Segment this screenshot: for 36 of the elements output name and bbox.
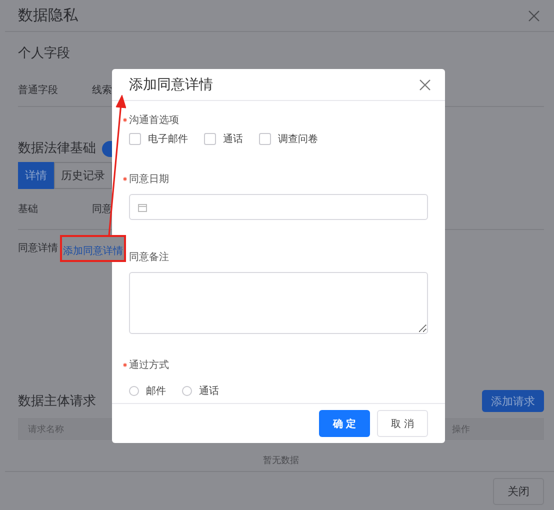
ok-button[interactable]: 确 定	[319, 410, 370, 437]
field-label: 基础	[18, 202, 39, 216]
checkbox-label: 调查问卷	[278, 132, 318, 146]
field-label: 通过方式	[129, 358, 169, 372]
empty-text: 暂无数据	[263, 456, 299, 466]
dialog-title: 添加同意详情	[129, 76, 213, 94]
checkbox-label: 电子邮件	[148, 132, 188, 146]
close-button[interactable]: 关闭	[493, 478, 544, 505]
close-icon[interactable]	[528, 10, 540, 22]
field-label: 沟通首选项	[129, 114, 179, 127]
date-field[interactable]	[129, 194, 428, 220]
radio-label: 邮件	[146, 384, 166, 398]
radio-button[interactable]	[129, 386, 139, 396]
close-icon[interactable]	[419, 78, 431, 90]
calendar-icon	[138, 202, 147, 212]
field-label: 同意详情	[18, 242, 59, 255]
field-label: 同意备注	[129, 250, 169, 264]
section-heading: 数据主体请求	[18, 393, 96, 410]
checkbox[interactable]	[259, 133, 271, 145]
radio-button[interactable]	[182, 386, 192, 396]
radio-label: 通话	[199, 384, 219, 398]
tab[interactable]: 历史记录	[54, 162, 112, 188]
checkbox[interactable]	[129, 133, 141, 145]
field-value: 线索	[92, 84, 112, 97]
field-label: 普通字段	[18, 84, 59, 97]
add-consent-link[interactable]: 添加同意详情	[63, 246, 123, 256]
checkbox-label: 通话	[223, 132, 243, 146]
add-request-button[interactable]: 添加请求	[482, 390, 544, 412]
window-title: 数据隐私	[18, 6, 78, 25]
notes-field[interactable]	[129, 272, 428, 334]
field-label: 同意日期	[129, 172, 169, 186]
tab[interactable]: 详情	[18, 162, 54, 188]
section-heading: 个人字段	[18, 45, 70, 62]
cancel-button[interactable]: 取 消	[377, 410, 428, 437]
checkbox[interactable]	[204, 133, 216, 145]
section-heading: 数据法律基础	[18, 140, 96, 157]
